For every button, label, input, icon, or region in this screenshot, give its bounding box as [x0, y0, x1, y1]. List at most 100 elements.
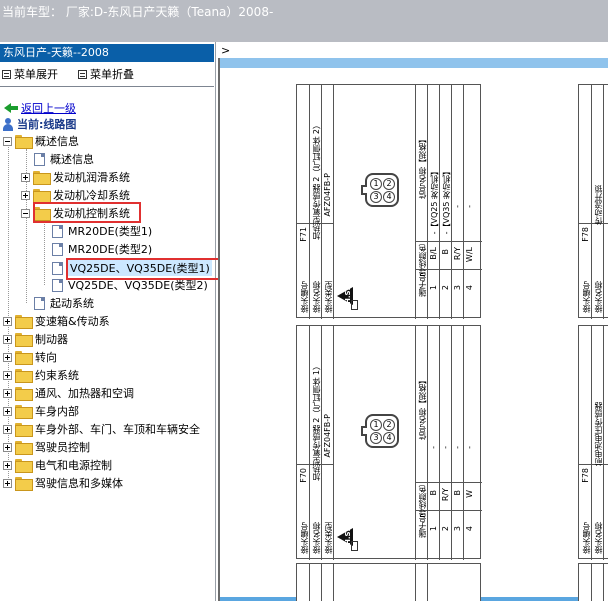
connector-name: 加热型氧传感器 2（气缸侧体 1） — [312, 362, 321, 482]
folder-icon — [15, 405, 33, 419]
tree-item-label: 驾驶员控制 — [35, 441, 90, 454]
tree-item-electrical[interactable]: 电气和电源控制 — [3, 457, 112, 473]
side-connector-name: 前电池电压传感器 — [594, 402, 603, 466]
tree-item-mr20de-1[interactable]: MR20DE(类型1) — [52, 223, 152, 239]
user-icon — [2, 117, 14, 131]
tree-item-steering[interactable]: 转向 — [3, 349, 57, 365]
tree-item-label: 发动机润滑系统 — [53, 171, 130, 184]
hdr-connector-no: 接头编号 — [300, 281, 309, 313]
hdr-connector-type: 接头类型 — [324, 522, 333, 554]
connector-face: 1 2 3 4 — [361, 173, 399, 207]
tree-item-cooling[interactable]: 发动机冷却系统 — [21, 187, 130, 203]
collapse-icon[interactable] — [21, 208, 30, 218]
collapse-all-button[interactable]: 菜单折叠 — [78, 66, 134, 82]
menu-icon — [78, 69, 87, 79]
tree-item-overview-doc[interactable]: 概述信息 — [34, 151, 94, 167]
wire-color-cell: W — [465, 490, 474, 498]
connector-type: AFZ04FB-P — [323, 173, 332, 217]
tree-item-label: 起动系统 — [50, 297, 94, 310]
tree-item-mr20de-2[interactable]: MR20DE(类型2) — [52, 241, 152, 257]
wire-color-cell: B/L — [429, 247, 438, 260]
side-hdr-name: 接头名称 — [594, 522, 603, 554]
expand-all-button[interactable]: 菜单展开 — [2, 66, 58, 82]
tree-item-label: MR20DE(类型2) — [68, 243, 153, 256]
expand-icon[interactable] — [21, 190, 30, 200]
title-bar: 当前车型： 厂家:D-东风日产天籁（Teana）2008- — [0, 0, 608, 42]
expand-icon[interactable] — [3, 334, 12, 344]
collapse-icon[interactable] — [3, 136, 12, 146]
tree-item-driver-controls[interactable]: 驾驶员控制 — [3, 439, 90, 455]
back-link-label[interactable]: 返回上一级 — [21, 100, 76, 116]
tree-item-label: 电气和电源控制 — [35, 459, 112, 472]
tree-item-label: 概述信息 — [50, 153, 94, 166]
expand-icon[interactable] — [3, 442, 12, 452]
expand-icon[interactable] — [3, 388, 12, 398]
expand-icon[interactable] — [3, 370, 12, 380]
back-link[interactable]: 返回上一级 — [4, 100, 76, 116]
side-hdr-no: 接头编号 — [582, 522, 591, 554]
folder-icon — [15, 459, 33, 473]
tree-item-label: 发动机冷却系统 — [53, 189, 130, 202]
expand-icon[interactable] — [3, 406, 12, 416]
tree-item-hvac[interactable]: 通风、加热器和空调 — [3, 385, 134, 401]
connector-card-f70: 接头编号 接头名称 接头类型 F70 加热型氧传感器 2（气缸侧体 1） AFZ… — [296, 325, 482, 560]
expand-icon[interactable] — [3, 478, 12, 488]
wire-color-cell: B — [453, 490, 462, 496]
pane-title: 东风日产-天籁--2008 — [0, 44, 214, 62]
side-connector-no: F78 — [581, 468, 590, 483]
signal-cell: -【VQ35 发动机】 — [442, 167, 451, 235]
expand-all-label: 菜单展开 — [14, 68, 58, 81]
hdr-connector-type: 接头类型 — [324, 281, 333, 313]
terminal-cell: 4 — [465, 285, 474, 291]
expand-icon[interactable] — [3, 352, 12, 362]
tree-item-lubrication[interactable]: 发动机润滑系统 — [21, 169, 130, 185]
tree-item-brakes[interactable]: 制动器 — [3, 331, 68, 347]
folder-icon — [15, 369, 33, 383]
tree-item-transmission[interactable]: 变速箱&传动系 — [3, 313, 110, 329]
menu-icon — [2, 69, 11, 79]
folder-icon — [15, 423, 33, 437]
side-connector-name: 传动流开锁 — [594, 185, 603, 225]
tree-item-restraints[interactable]: 约束系统 — [3, 367, 79, 383]
back-arrow-icon — [4, 103, 18, 113]
expand-icon[interactable] — [3, 460, 12, 470]
tree-item-label: 通风、加热器和空调 — [35, 387, 134, 400]
expand-icon[interactable] — [3, 316, 12, 326]
terminal-cell: 3 — [453, 526, 462, 532]
tree-guide — [44, 221, 45, 285]
terminal-cell: 1 — [429, 285, 438, 291]
highlight-box — [33, 202, 141, 223]
document-icon — [34, 152, 45, 166]
document-icon — [52, 278, 63, 292]
tree-item-vq25de-2[interactable]: VQ25DE、VQ35DE(类型2) — [52, 277, 208, 293]
folder-icon — [15, 387, 33, 401]
connector-face: 1 2 3 4 — [361, 414, 399, 448]
tree-item-infotainment[interactable]: 驾驶信息和多媒体 — [3, 475, 123, 491]
tree-item-starting[interactable]: 起动系统 — [34, 295, 94, 311]
hdr-signal: 信号名称【规格】 — [418, 376, 427, 440]
tree-item-interior[interactable]: 车身内部 — [3, 403, 79, 419]
signal-cell: - — [429, 446, 438, 449]
expand-icon[interactable] — [21, 172, 30, 182]
expand-icon[interactable] — [3, 424, 12, 434]
hdr-connector-no: 接头编号 — [300, 522, 309, 554]
tree-item-label: 转向 — [35, 351, 57, 364]
hdr-signal: 信号名称【规格】 — [418, 135, 427, 199]
hdr-wire-color: 导线颜色 — [418, 485, 427, 517]
current-vehicle-title: 当前车型： 厂家:D-东风日产天籁（Teana）2008- — [2, 5, 274, 19]
terminal-cell: 2 — [441, 285, 450, 291]
side-connector-no: F78 — [581, 227, 590, 242]
current-location-label: 当前:线路图 — [17, 118, 77, 131]
hdr-terminal: 端子号 — [418, 273, 427, 297]
folder-icon — [15, 441, 33, 455]
tree-item-overview[interactable]: 概述信息 — [3, 133, 79, 149]
document-icon — [52, 242, 63, 256]
signal-cell: - — [453, 205, 462, 208]
folder-icon — [15, 351, 33, 365]
connector-type: AFZ04FB-P — [323, 414, 332, 458]
terminal-cell: 3 — [453, 285, 462, 291]
connector-no: F71 — [299, 227, 308, 242]
signal-cell: -【VQ25 发动机】 — [430, 167, 439, 235]
tree-item-exterior[interactable]: 车身外部、车门、车顶和车辆安全 — [3, 421, 200, 437]
connector-card-side-2: 接头编号 接头名称 F78 前电池电压传感器 — [578, 325, 608, 560]
